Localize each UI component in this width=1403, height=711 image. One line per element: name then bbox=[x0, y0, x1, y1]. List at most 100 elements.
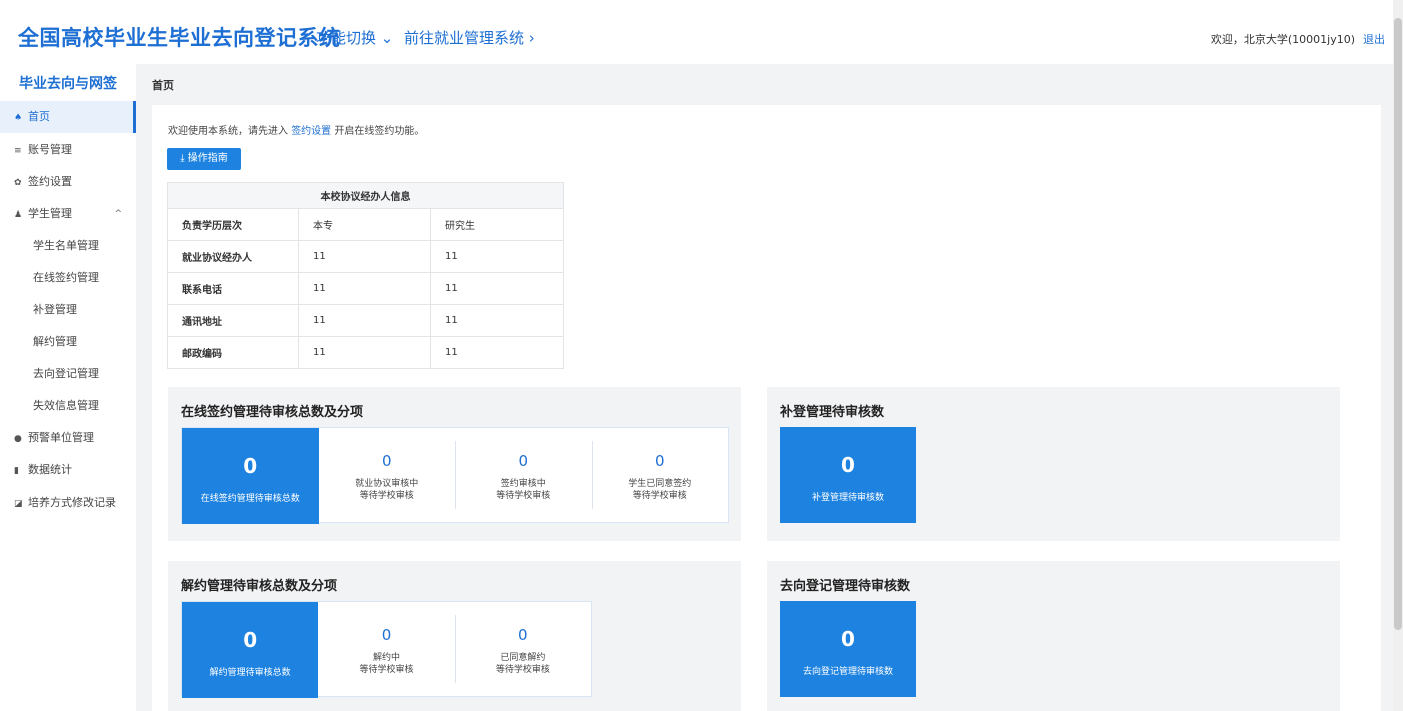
edit-icon: ◪ bbox=[14, 499, 23, 509]
scrollbar-thumb[interactable] bbox=[1394, 18, 1402, 630]
divider bbox=[591, 441, 593, 509]
stat-value: 0 bbox=[243, 454, 258, 478]
sidebar-item-invalid-info[interactable]: 失效信息管理 bbox=[0, 390, 136, 422]
table-cell: 11 bbox=[298, 240, 431, 273]
sidebar: 毕业去向与网签 ♠ 首页 ≡ 账号管理 ✿ 签约设置 ♟ 学生管理 ^ 学生名单管理 在… bbox=[0, 64, 136, 711]
destination-card: 去向登记管理待审核数 0 去向登记管理待审核数 bbox=[767, 561, 1340, 711]
table-row: 邮政编码 11 11 bbox=[167, 336, 564, 369]
sidebar-item-student-management[interactable]: ♟ 学生管理 ^ bbox=[0, 198, 136, 230]
online-sign-card: 在线签约管理待审核总数及分项 0 在线签约管理待审核总数 0 就业协议审核中 等待… bbox=[168, 387, 741, 541]
sidebar-item-warning-units[interactable]: ● 预警单位管理 bbox=[0, 422, 136, 454]
sign-settings-link[interactable]: 签约设置 bbox=[291, 126, 331, 137]
divider bbox=[454, 615, 456, 683]
agent-info-table: 本校协议经办人信息 负责学历层次 本专 研究生 就业协议经办人 11 11 联系… bbox=[167, 182, 564, 369]
page-scrollbar[interactable] bbox=[1393, 0, 1403, 711]
stat-value: 0 bbox=[841, 627, 855, 651]
table-cell: 负责学历层次 bbox=[167, 208, 299, 241]
table-cell: 11 bbox=[430, 272, 564, 305]
cancel-card: 解约管理待审核总数及分项 0 解约管理待审核总数 0 解约中 等待学校审核 0 已… bbox=[168, 561, 741, 711]
sidebar-item-label: 签约设置 bbox=[28, 175, 72, 188]
table-cell: 11 bbox=[430, 304, 564, 337]
stat-item[interactable]: 0 学生已同意签约 等待学校审核 bbox=[591, 428, 729, 524]
cancel-stats: 0 解约管理待审核总数 0 解约中 等待学校审核 0 已同意解约 等待学校审核 bbox=[181, 601, 592, 698]
sidebar-item-home[interactable]: ♠ 首页 bbox=[0, 101, 136, 133]
home-icon: ♠ bbox=[14, 113, 23, 123]
table-cell: 11 bbox=[298, 304, 431, 337]
goto-employment-system-link[interactable]: 前往就业管理系统 › bbox=[404, 27, 535, 48]
sidebar-item-label: 学生管理 bbox=[28, 207, 72, 220]
table-cell: 11 bbox=[298, 272, 431, 305]
stat-label: 已同意解约 等待学校审核 bbox=[495, 653, 550, 675]
sidebar-item-statistics[interactable]: ▮ 数据统计 bbox=[0, 454, 136, 486]
destination-total-tile[interactable]: 0 去向登记管理待审核数 bbox=[780, 601, 916, 697]
table-title: 本校协议经办人信息 bbox=[167, 182, 564, 209]
table-cell: 11 bbox=[430, 336, 564, 369]
card-title: 解约管理待审核总数及分项 bbox=[181, 579, 338, 594]
stat-label: 去向登记管理待审核数 bbox=[802, 667, 893, 677]
cancel-total-tile[interactable]: 0 解约管理待审核总数 bbox=[182, 602, 319, 698]
table-cell: 11 bbox=[430, 240, 564, 273]
stat-label: 解约管理待审核总数 bbox=[209, 668, 291, 678]
list-icon: ≡ bbox=[14, 146, 22, 156]
sidebar-item-sign-settings[interactable]: ✿ 签约设置 bbox=[0, 166, 136, 198]
sidebar-title: 毕业去向与网签 bbox=[19, 76, 117, 92]
sidebar-item-cancel[interactable]: 解约管理 bbox=[0, 326, 136, 358]
sidebar-item-label: 预警单位管理 bbox=[28, 431, 94, 444]
stat-label: 就业协议审核中 等待学校审核 bbox=[355, 479, 419, 501]
table-cell: 通讯地址 bbox=[167, 304, 299, 337]
logout-link[interactable]: 退出 bbox=[1363, 31, 1385, 47]
table-row: 就业协议经办人 11 11 bbox=[167, 240, 564, 273]
stat-value: 0 bbox=[381, 452, 392, 470]
content-panel: 欢迎使用本系统，请先进入 签约设置 开启在线签约功能。 ⤓ 操作指南 本校协议经… bbox=[152, 105, 1381, 711]
sidebar-item-label: 培养方式修改记录 bbox=[28, 496, 116, 509]
top-header: 全国高校毕业生毕业去向登记系统 功能切换 ⌄ 前往就业管理系统 › 欢迎，北京大… bbox=[0, 0, 1403, 64]
supplement-total-tile[interactable]: 0 补登管理待审核数 bbox=[780, 427, 916, 523]
table-row: 负责学历层次 本专 研究生 bbox=[167, 208, 564, 241]
alert-icon: ● bbox=[14, 434, 22, 444]
card-title: 补登管理待审核数 bbox=[780, 405, 885, 420]
breadcrumb: 首页 bbox=[152, 79, 174, 92]
main-area: 首页 欢迎使用本系统，请先进入 签约设置 开启在线签约功能。 ⤓ 操作指南 本校… bbox=[136, 64, 1393, 711]
intro-prefix: 欢迎使用本系统，请先进入 bbox=[168, 126, 292, 137]
sidebar-item-student-list[interactable]: 学生名单管理 bbox=[0, 230, 136, 262]
function-switch-dropdown[interactable]: 功能切换 ⌄ bbox=[316, 27, 393, 48]
app-title: 全国高校毕业生毕业去向登记系统 bbox=[18, 26, 341, 50]
sidebar-item-destination[interactable]: 去向登记管理 bbox=[0, 358, 136, 390]
stat-value: 0 bbox=[654, 452, 665, 470]
stat-label: 补登管理待审核数 bbox=[811, 493, 884, 503]
guide-button[interactable]: ⤓ 操作指南 bbox=[167, 148, 241, 170]
sidebar-item-label: 数据统计 bbox=[28, 463, 72, 476]
sidebar-item-label: 账号管理 bbox=[28, 143, 72, 156]
stat-value: 0 bbox=[841, 453, 855, 477]
welcome-text: 欢迎，北京大学(10001jy10) bbox=[1210, 33, 1355, 46]
card-title: 在线签约管理待审核总数及分项 bbox=[181, 405, 364, 420]
table-cell: 就业协议经办人 bbox=[167, 240, 299, 273]
sidebar-item-account[interactable]: ≡ 账号管理 bbox=[0, 134, 136, 166]
table-row: 联系电话 11 11 bbox=[167, 272, 564, 305]
stat-label: 解约中 等待学校审核 bbox=[359, 653, 414, 675]
intro-text: 欢迎使用本系统，请先进入 签约设置 开启在线签约功能。 bbox=[168, 122, 424, 137]
stat-value: 0 bbox=[243, 628, 258, 652]
stat-label: 学生已同意签约 等待学校审核 bbox=[628, 479, 692, 501]
intro-suffix: 开启在线签约功能。 bbox=[331, 126, 425, 137]
stat-label: 签约审核中 等待学校审核 bbox=[496, 479, 551, 501]
stat-item[interactable]: 0 签约审核中 等待学校审核 bbox=[455, 428, 592, 524]
supplement-card: 补登管理待审核数 0 补登管理待审核数 bbox=[767, 387, 1340, 541]
chart-icon: ▮ bbox=[14, 466, 19, 476]
chevron-up-icon: ^ bbox=[114, 209, 122, 219]
table-cell: 研究生 bbox=[430, 208, 564, 241]
sidebar-item-training-records[interactable]: ◪ 培养方式修改记录 bbox=[0, 487, 136, 519]
stat-label: 在线签约管理待审核总数 bbox=[200, 494, 300, 504]
user-icon: ♟ bbox=[14, 210, 23, 220]
stat-item[interactable]: 0 就业协议审核中 等待学校审核 bbox=[319, 428, 456, 524]
sidebar-item-online-sign[interactable]: 在线签约管理 bbox=[0, 262, 136, 294]
online-sign-total-tile[interactable]: 0 在线签约管理待审核总数 bbox=[182, 428, 319, 524]
sidebar-item-supplement[interactable]: 补登管理 bbox=[0, 294, 136, 326]
table-cell: 11 bbox=[298, 336, 431, 369]
table-cell: 联系电话 bbox=[167, 272, 299, 305]
gear-icon: ✿ bbox=[14, 178, 22, 188]
stat-item[interactable]: 0 解约中 等待学校审核 bbox=[318, 602, 454, 698]
sidebar-item-label: 首页 bbox=[28, 110, 50, 123]
stat-value: 0 bbox=[518, 626, 528, 644]
stat-item[interactable]: 0 已同意解约 等待学校审核 bbox=[454, 602, 591, 698]
